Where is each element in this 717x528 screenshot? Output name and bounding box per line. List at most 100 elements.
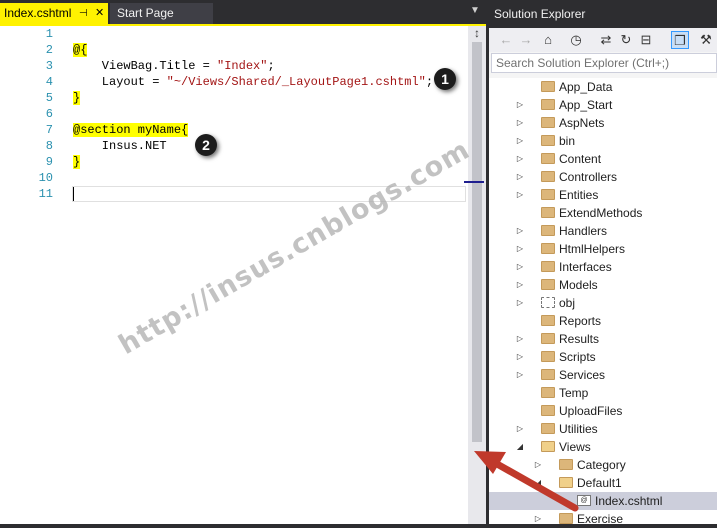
expanded-arrow-icon[interactable]: ◢ bbox=[533, 474, 543, 492]
home-icon[interactable]: ⌂ bbox=[539, 31, 557, 49]
tree-item-label: Services bbox=[559, 368, 606, 382]
tree-item[interactable]: Reports bbox=[489, 312, 717, 330]
cshtml-file-icon: @ bbox=[577, 495, 591, 506]
tree-item-label: Scripts bbox=[559, 350, 596, 364]
collapsed-arrow-icon[interactable]: ▷ bbox=[515, 132, 525, 150]
tree-item[interactable]: ◢ Default1 bbox=[489, 474, 717, 492]
tree-item-label: Views bbox=[559, 440, 591, 454]
folder-icon bbox=[541, 315, 555, 326]
solution-explorer: Solution Explorer ← → ⌂ ◷ ⇄ ↻ ⊟ ❐ ⚒ Search Solut… bbox=[489, 0, 717, 526]
collapsed-arrow-icon[interactable]: ▷ bbox=[515, 186, 525, 204]
tree-item[interactable]: ▷ Exercise bbox=[489, 510, 717, 528]
solution-explorer-search-input[interactable]: Search Solution Explorer (Ctrl+;) bbox=[491, 53, 717, 73]
tab-start-page[interactable]: Start Page bbox=[110, 3, 213, 24]
tree-item[interactable]: ▷ Controllers bbox=[489, 168, 717, 186]
collapsed-arrow-icon[interactable]: ▷ bbox=[515, 114, 525, 132]
scrollbar-thumb[interactable] bbox=[472, 42, 482, 442]
tree-item[interactable]: @ Index.cshtml bbox=[489, 492, 717, 510]
tree-item-label: Reports bbox=[559, 314, 602, 328]
tree-item[interactable]: ExtendMethods bbox=[489, 204, 717, 222]
history-icon[interactable]: ◷ bbox=[567, 31, 585, 49]
folder-icon bbox=[541, 225, 555, 236]
code-line[interactable]: 7 @section myName{ bbox=[0, 122, 468, 138]
collapsed-arrow-icon[interactable]: ▷ bbox=[515, 222, 525, 240]
tree-item[interactable]: ▷ Utilities bbox=[489, 420, 717, 438]
tab-dropdown-icon[interactable]: ▼ bbox=[470, 5, 480, 16]
collapsed-arrow-icon[interactable]: ▷ bbox=[515, 258, 525, 276]
pin-icon[interactable]: ⊣ bbox=[79, 3, 88, 24]
tree-item[interactable]: ▷ Interfaces bbox=[489, 258, 717, 276]
tree-item[interactable]: ▷ Models bbox=[489, 276, 717, 294]
folder-icon bbox=[541, 117, 555, 128]
tree-item-label: Temp bbox=[559, 386, 589, 400]
folder-icon bbox=[541, 369, 555, 380]
collapse-all-icon[interactable]: ⊟ bbox=[637, 31, 655, 49]
tree-item[interactable]: ▷ HtmlHelpers bbox=[489, 240, 717, 258]
tree-item-label: Exercise bbox=[577, 512, 624, 526]
collapsed-arrow-icon[interactable]: ▷ bbox=[515, 240, 525, 258]
folder-icon bbox=[541, 207, 555, 218]
forward-icon[interactable]: → bbox=[517, 31, 535, 49]
collapsed-arrow-icon[interactable]: ▷ bbox=[515, 348, 525, 366]
tree-item[interactable]: ▷ Services bbox=[489, 366, 717, 384]
code-line[interactable]: 6 bbox=[0, 106, 468, 122]
tree-item[interactable]: ▷ Handlers bbox=[489, 222, 717, 240]
tree-item-label: Models bbox=[559, 278, 598, 292]
tree-item[interactable]: ▷ Entities bbox=[489, 186, 717, 204]
code-token: Insus.NET bbox=[73, 139, 167, 153]
line-number: 2 bbox=[45, 43, 53, 57]
tree-item[interactable]: ▷ App_Start bbox=[489, 96, 717, 114]
tree-item-label: App_Start bbox=[559, 98, 613, 112]
tree-item[interactable]: ◢ Views bbox=[489, 438, 717, 456]
solution-explorer-toolbar: ← → ⌂ ◷ ⇄ ↻ ⊟ ❐ ⚒ bbox=[489, 28, 717, 52]
tree-item-label: AspNets bbox=[559, 116, 605, 130]
line-number: 3 bbox=[45, 59, 53, 73]
code-line[interactable]: 4 Layout = "~/Views/Shared/_LayoutPage1.… bbox=[0, 74, 468, 90]
tree-item[interactable]: App_Data bbox=[489, 78, 717, 96]
collapsed-arrow-icon[interactable]: ▷ bbox=[515, 420, 525, 438]
tree-item[interactable]: ▷ Results bbox=[489, 330, 717, 348]
tree-item[interactable]: Temp bbox=[489, 384, 717, 402]
code-line[interactable]: 1 bbox=[0, 26, 468, 42]
refresh-icon[interactable]: ↻ bbox=[617, 31, 635, 49]
tree-item[interactable]: UploadFiles bbox=[489, 402, 717, 420]
tree-item[interactable]: ▷ bin bbox=[489, 132, 717, 150]
tree-item[interactable]: ▷ AspNets bbox=[489, 114, 717, 132]
tree-item[interactable]: ▷ Category bbox=[489, 456, 717, 474]
line-number: 11 bbox=[38, 187, 53, 201]
collapsed-arrow-icon[interactable]: ▷ bbox=[515, 150, 525, 168]
tab-label: Index.cshtml bbox=[4, 6, 72, 20]
code-line[interactable]: 5} bbox=[0, 90, 468, 106]
tree-item[interactable]: ▷ Scripts bbox=[489, 348, 717, 366]
folder-icon bbox=[541, 423, 555, 434]
expanded-arrow-icon[interactable]: ◢ bbox=[515, 438, 525, 456]
code-line[interactable]: 3 ViewBag.Title = "Index"; bbox=[0, 58, 468, 74]
tree-item-label: bin bbox=[559, 134, 576, 148]
back-icon[interactable]: ← bbox=[497, 31, 515, 49]
collapsed-arrow-icon[interactable]: ▷ bbox=[533, 456, 543, 474]
collapsed-arrow-icon[interactable]: ▷ bbox=[515, 168, 525, 186]
text-caret bbox=[73, 187, 74, 201]
collapsed-arrow-icon[interactable]: ▷ bbox=[515, 330, 525, 348]
tree-item[interactable]: ▷ Content bbox=[489, 150, 717, 168]
collapsed-arrow-icon[interactable]: ▷ bbox=[515, 96, 525, 114]
code-line[interactable]: 2 @{ bbox=[0, 42, 468, 58]
tree-item-label: Controllers bbox=[559, 170, 618, 184]
split-window-icon[interactable]: ↕ bbox=[469, 26, 485, 40]
collapsed-arrow-icon[interactable]: ▷ bbox=[515, 294, 525, 312]
sync-icon[interactable]: ⇄ bbox=[597, 31, 615, 49]
show-all-files-icon[interactable]: ❐ bbox=[671, 31, 689, 49]
code-line[interactable]: 9} bbox=[0, 154, 468, 170]
collapsed-arrow-icon[interactable]: ▷ bbox=[533, 510, 543, 528]
code-line[interactable]: 8 Insus.NET bbox=[0, 138, 468, 154]
properties-icon[interactable]: ⚒ bbox=[697, 31, 715, 49]
tree-item-label: Utilities bbox=[559, 422, 598, 436]
close-icon[interactable]: ✕ bbox=[95, 3, 104, 24]
tree-item[interactable]: ▷ obj bbox=[489, 294, 717, 312]
tree-item-label: HtmlHelpers bbox=[559, 242, 626, 256]
folder-icon bbox=[541, 351, 555, 362]
tab-index-cshtml[interactable]: Index.cshtml ⊣ ✕ bbox=[0, 3, 108, 24]
collapsed-arrow-icon[interactable]: ▷ bbox=[515, 276, 525, 294]
code-text: } bbox=[73, 90, 81, 106]
collapsed-arrow-icon[interactable]: ▷ bbox=[515, 366, 525, 384]
